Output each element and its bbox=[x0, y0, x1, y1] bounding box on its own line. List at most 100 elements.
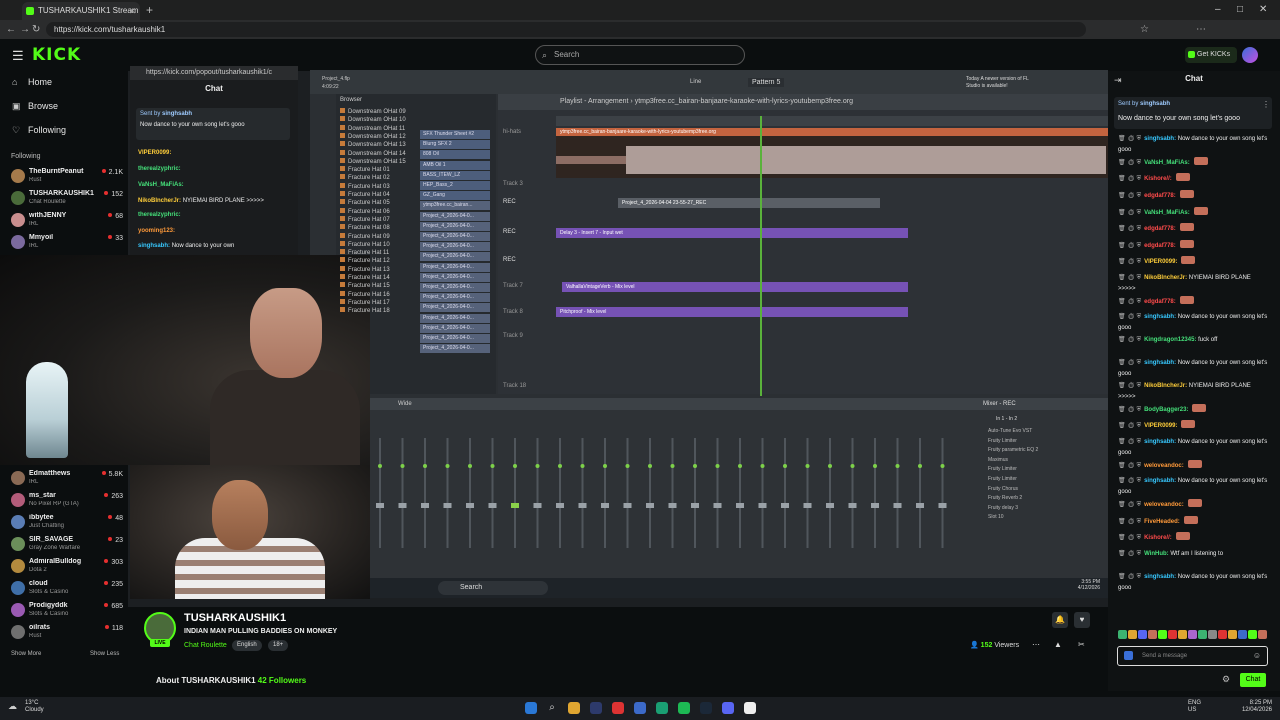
mixer-fader[interactable] bbox=[376, 503, 384, 508]
moderation-icons[interactable]: 🗑 ⏱ ⛨ bbox=[1118, 423, 1141, 429]
mixer-fader[interactable] bbox=[803, 503, 812, 508]
moderation-icons[interactable]: 🗑 ⏱ ⛨ bbox=[1118, 463, 1141, 469]
chat-username[interactable]: NikoBIncherJr: bbox=[1144, 275, 1187, 281]
mixer-fader[interactable] bbox=[781, 503, 789, 508]
new-tab-icon[interactable]: + bbox=[146, 2, 160, 18]
channel-name[interactable]: TUSHARKAUSHIK1 bbox=[184, 612, 286, 624]
chat-username[interactable]: edgdaf778: bbox=[1144, 299, 1176, 305]
pinned-options-icon[interactable]: ⋮ bbox=[1262, 100, 1270, 109]
fl-channel[interactable]: Project_4_2026-04-0... bbox=[420, 252, 490, 262]
fx-slot[interactable]: Fruity Limiter bbox=[988, 476, 1017, 482]
chat-username[interactable]: singhsabh: bbox=[1144, 439, 1176, 445]
mixer-fader[interactable] bbox=[736, 503, 744, 508]
menu-icon[interactable]: ☰ bbox=[12, 48, 24, 64]
fl-browser-item[interactable]: Downstream OHat 12 bbox=[340, 132, 406, 140]
fl-channel[interactable]: Project_4_2026-04-0... bbox=[420, 313, 490, 323]
chat-username[interactable]: weloveandoc: bbox=[1144, 502, 1184, 508]
fl-browser-item[interactable]: Downstream OHat 11 bbox=[340, 124, 405, 132]
steam-icon[interactable] bbox=[700, 702, 712, 714]
emote-icon[interactable] bbox=[1158, 630, 1167, 639]
chat-username[interactable]: weloveandoc: bbox=[1144, 463, 1184, 469]
moderation-icons[interactable]: 🗑 ⏱ ⛨ bbox=[1118, 193, 1141, 199]
emote-icon[interactable] bbox=[1118, 630, 1127, 639]
input-language[interactable]: ENG US bbox=[1188, 700, 1201, 714]
mixer-fader[interactable] bbox=[826, 503, 834, 508]
fl-channel[interactable]: Project_4_2026-04-0... bbox=[420, 232, 490, 241]
fl-browser-item[interactable]: Downstream OHat 15 bbox=[340, 157, 406, 165]
chat-username[interactable]: Kishore//: bbox=[1144, 176, 1172, 182]
chrome-icon[interactable] bbox=[634, 702, 646, 714]
notification-bell-icon[interactable]: 🔔 bbox=[1052, 612, 1068, 628]
moderation-icons[interactable]: 🗑 ⏱ ⛨ bbox=[1118, 210, 1141, 216]
system-clock[interactable]: 8:25 PM 12/04/2026 bbox=[1232, 700, 1272, 714]
fl-channel[interactable]: 808 Oil bbox=[420, 150, 490, 160]
get-kicks-button[interactable]: Get KICKs bbox=[1185, 47, 1237, 63]
fl-browser-item[interactable]: Fracture Hat 06 bbox=[340, 207, 390, 215]
mixer-fader[interactable] bbox=[871, 503, 879, 508]
fl-track-header[interactable]: REC bbox=[500, 226, 556, 252]
fl-browser-item[interactable]: Fracture Hat 18 bbox=[340, 307, 390, 314]
moderation-icons[interactable]: 🗑 ⏱ ⛨ bbox=[1118, 502, 1141, 508]
mixer-fader[interactable] bbox=[398, 503, 407, 508]
fl-channel[interactable]: Project_4_2026-04-0... bbox=[420, 221, 490, 231]
bookmark-star-icon[interactable]: ☆ bbox=[1140, 22, 1152, 37]
chat-username[interactable]: VIPER0099: bbox=[1144, 259, 1177, 265]
chat-username[interactable]: singhsabh: bbox=[1144, 136, 1176, 142]
sidebar-item-following[interactable]: ♡ Following bbox=[12, 122, 66, 138]
browser-tab[interactable]: TUSHARKAUSHIK1 Stream - W ✕ bbox=[22, 2, 140, 20]
fx-slot[interactable]: Fruity delay 3 bbox=[988, 505, 1018, 511]
fl-browser-item[interactable]: Fracture Hat 14 bbox=[340, 274, 390, 281]
chat-username[interactable]: singhsabh: bbox=[1144, 478, 1176, 484]
moderation-icons[interactable]: 🗑 ⏱ ⛨ bbox=[1118, 383, 1141, 389]
fl-browser-item[interactable]: Fracture Hat 16 bbox=[340, 290, 390, 298]
chat-username[interactable]: edgdaf778: bbox=[1144, 193, 1176, 199]
follow-heart-icon[interactable]: ♥ bbox=[1074, 612, 1090, 628]
fl-channel[interactable]: BASS_ITEW_LZ bbox=[420, 170, 490, 180]
windows-start-icon[interactable] bbox=[525, 702, 537, 714]
url-field[interactable]: https://kick.com/tusharkaushik1 bbox=[46, 22, 1086, 37]
followed-channel[interactable]: oilrats Rust 118 bbox=[11, 622, 123, 644]
fl-browser-item[interactable]: Fracture Hat 07 bbox=[340, 215, 390, 223]
moderation-icons[interactable]: 🗑 ⏱ ⛨ bbox=[1118, 299, 1141, 305]
moderation-icons[interactable]: 🗑 ⏱ ⛨ bbox=[1118, 176, 1141, 182]
mixer-fader[interactable] bbox=[421, 503, 429, 508]
mixer-fader[interactable] bbox=[848, 503, 857, 508]
mixer-fader[interactable] bbox=[623, 503, 632, 508]
chat-username[interactable]: singhsabh: bbox=[1144, 314, 1176, 320]
fl-track-header[interactable]: REC bbox=[500, 196, 556, 222]
emote-icon[interactable] bbox=[1248, 630, 1257, 639]
mixer-fader[interactable] bbox=[758, 503, 767, 508]
fl-browser-item[interactable]: Fracture Hat 11 bbox=[340, 249, 389, 256]
fl-track-header[interactable]: Track 9 bbox=[500, 330, 556, 356]
fl-channel[interactable]: Project_4_2026-04-0... bbox=[420, 211, 490, 221]
fl-browser-item[interactable]: Fracture Hat 01 bbox=[340, 166, 390, 173]
fx-slot[interactable]: Fruity Chorus bbox=[988, 486, 1018, 492]
mixer-fader[interactable] bbox=[511, 503, 519, 508]
emote-icon[interactable] bbox=[1198, 630, 1207, 639]
discord-icon[interactable] bbox=[722, 702, 734, 714]
fx-slot[interactable]: Maximus bbox=[988, 457, 1008, 463]
fx-slot[interactable]: Slot 10 bbox=[988, 514, 1004, 520]
followed-channel[interactable]: Edmatthews IRL 5.8K bbox=[11, 468, 123, 490]
show-more-button[interactable]: Show More bbox=[11, 651, 41, 657]
fl-browser-item[interactable]: Fracture Hat 15 bbox=[340, 282, 390, 289]
chat-input[interactable]: Send a message ☺ bbox=[1117, 646, 1268, 666]
chat-username[interactable]: BodyBagger23: bbox=[1144, 407, 1188, 413]
fl-channel[interactable]: HEP_Bass_2 bbox=[420, 181, 490, 190]
forward-icon[interactable]: → bbox=[20, 22, 32, 37]
search-input[interactable]: ⌕ Search bbox=[535, 45, 745, 65]
fl-channel[interactable]: Project_4_2026-04-0... bbox=[420, 283, 490, 292]
back-icon[interactable]: ← bbox=[6, 22, 18, 37]
share-icon[interactable]: ⋯ bbox=[1032, 640, 1040, 649]
sidebar-item-browse[interactable]: ▣ Browse bbox=[12, 98, 58, 114]
emote-icon[interactable] bbox=[1258, 630, 1267, 639]
app-icon[interactable] bbox=[590, 702, 602, 714]
moderation-icons[interactable]: 🗑 ⏱ ⛨ bbox=[1118, 226, 1141, 232]
mixer-fader[interactable] bbox=[556, 503, 564, 508]
tag-language[interactable]: English bbox=[232, 640, 262, 651]
report-icon[interactable]: ▲ bbox=[1054, 640, 1062, 649]
followed-channel[interactable]: TUSHARKAUSHIK1 Chat Roulette 152 bbox=[11, 188, 123, 210]
moderation-icons[interactable]: 🗑 ⏱ ⛨ bbox=[1118, 478, 1141, 484]
chat-username[interactable]: VIPER0099: bbox=[1144, 423, 1177, 429]
emoji-picker-icon[interactable]: ☺ bbox=[1253, 647, 1261, 665]
